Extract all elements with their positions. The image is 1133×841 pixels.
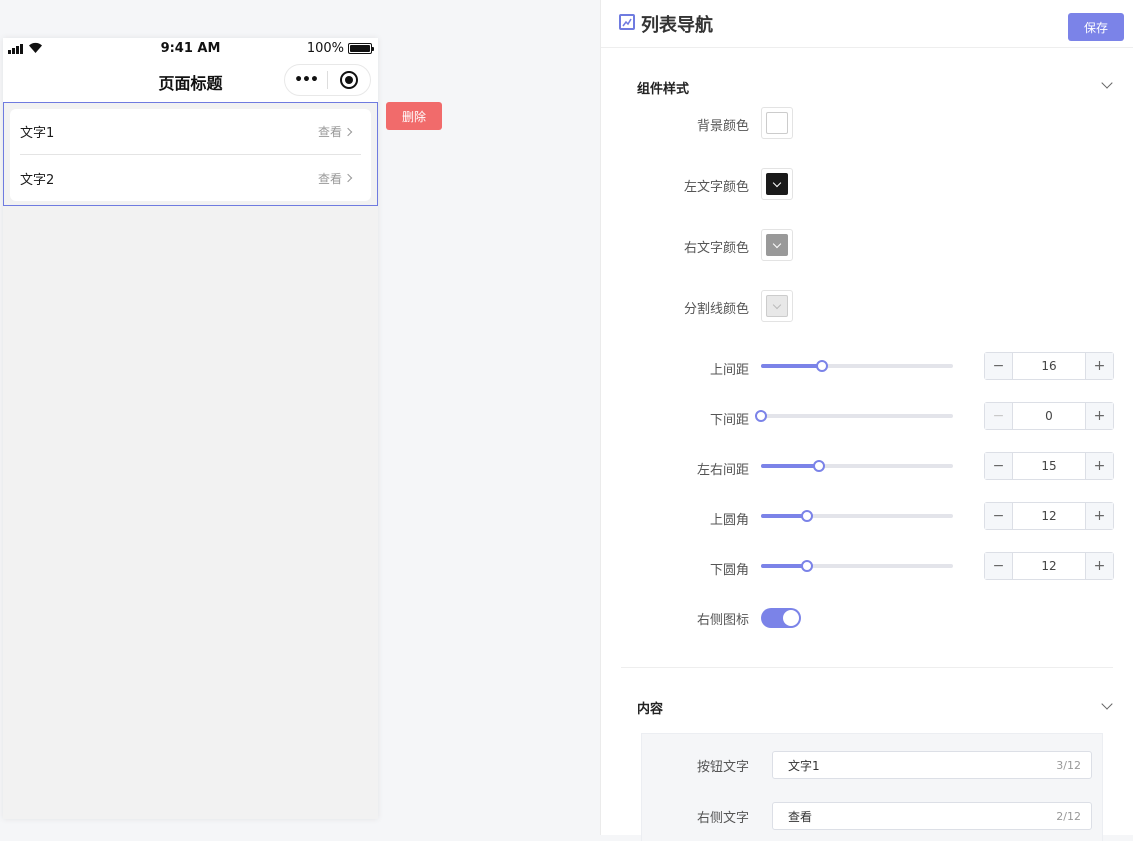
slider-handle[interactable] [816, 360, 829, 372]
chevron-down-icon[interactable] [1101, 698, 1113, 710]
selected-component-outline[interactable]: 文字1 查看 文字2 查看 [3, 102, 378, 206]
color-swatch [766, 112, 788, 134]
close-circle-icon[interactable] [328, 71, 370, 89]
button-text-label: 按钮文字 [696, 760, 749, 775]
color-swatch [766, 173, 788, 195]
bg-color-picker[interactable] [761, 107, 793, 139]
save-button[interactable]: 保存 [1068, 13, 1124, 41]
bottom-radius-label: 下圆角 [709, 563, 749, 578]
horizontal-margin-slider[interactable] [761, 460, 953, 472]
preview-canvas: 9:41 AM 100% 页面标题 ••• 文字1 查看 文字2 查看 删除 [0, 0, 600, 835]
color-swatch [766, 234, 788, 256]
top-margin-label: 上间距 [709, 363, 749, 378]
bottom-margin-slider[interactable] [755, 410, 953, 422]
divider-color-picker[interactable] [761, 290, 793, 322]
list-item-right: 查看 [318, 170, 361, 187]
top-margin-slider[interactable] [761, 360, 953, 372]
section-heading-style[interactable]: 组件样式 [637, 78, 689, 97]
right-text-color-picker[interactable] [761, 229, 793, 261]
color-swatch [766, 295, 788, 317]
decrease-button[interactable]: − [985, 453, 1013, 479]
right-text-label: 右侧文字 [696, 811, 749, 826]
top-radius-slider[interactable] [761, 510, 953, 522]
bottom-radius-slider[interactable] [761, 560, 953, 572]
mini-program-capsule: ••• [284, 64, 371, 96]
button-text-input[interactable]: 文字1 3/12 [772, 751, 1092, 779]
section-heading-content[interactable]: 内容 [637, 698, 663, 717]
chevron-down-icon[interactable] [1101, 77, 1113, 89]
char-count: 2/12 [1056, 809, 1081, 823]
delete-button[interactable]: 删除 [386, 102, 442, 130]
slider-handle[interactable] [801, 510, 814, 522]
panel-title: 列表导航 [641, 15, 713, 36]
chevron-down-icon [772, 239, 782, 248]
chevron-right-icon [343, 173, 353, 183]
left-text-color-picker[interactable] [761, 168, 793, 200]
increase-button[interactable]: + [1085, 553, 1113, 579]
increase-button[interactable]: + [1085, 503, 1113, 529]
battery-text: 100% [306, 41, 344, 56]
input-value: 查看 [788, 809, 813, 824]
bottom-margin-stepper[interactable]: − 0 + [984, 402, 1114, 430]
top-radius-stepper[interactable]: − 12 + [984, 502, 1114, 530]
list-item-right-text: 查看 [317, 171, 342, 186]
slider-handle[interactable] [812, 460, 825, 472]
input-value: 文字1 [788, 758, 820, 773]
chevron-down-icon [772, 178, 782, 187]
horizontal-margin-label: 左右间距 [696, 463, 749, 478]
decrease-button[interactable]: − [985, 553, 1013, 579]
right-text-input[interactable]: 查看 2/12 [772, 802, 1092, 830]
list-item-right-text: 查看 [317, 125, 342, 139]
top-radius-label: 上圆角 [709, 513, 749, 528]
stepper-value[interactable]: 16 [1013, 353, 1085, 379]
battery-icon [348, 43, 374, 54]
left-text-color-label: 左文字颜色 [683, 180, 749, 195]
chevron-right-icon [343, 127, 353, 136]
decrease-button[interactable]: − [985, 353, 1013, 379]
settings-panel: 列表导航 保存 组件样式 背景颜色 左文字颜色 右文字颜色 分割线颜色 上间距 … [600, 0, 1133, 841]
stepper-value[interactable]: 12 [1013, 553, 1085, 579]
increase-button[interactable]: + [1085, 403, 1113, 429]
stepper-value[interactable]: 15 [1013, 453, 1085, 479]
right-text-color-label: 右文字颜色 [683, 241, 749, 256]
right-icon-toggle[interactable] [761, 608, 801, 628]
section-divider [621, 667, 1113, 668]
list-item-left-text: 文字1 [20, 126, 55, 141]
stepper-value[interactable]: 0 [1013, 403, 1085, 429]
top-margin-stepper[interactable]: − 16 + [984, 352, 1114, 380]
chart-icon [619, 14, 635, 30]
decrease-button[interactable]: − [985, 503, 1013, 529]
horizontal-margin-stepper[interactable]: − 15 + [984, 452, 1114, 480]
char-count: 3/12 [1056, 758, 1081, 772]
decrease-button[interactable]: − [985, 403, 1013, 429]
slider-handle[interactable] [755, 410, 767, 422]
bottom-radius-stepper[interactable]: − 12 + [984, 552, 1114, 580]
increase-button[interactable]: + [1085, 453, 1113, 479]
divider-color-label: 分割线颜色 [683, 302, 749, 317]
chevron-down-icon [772, 300, 782, 309]
panel-header: 列表导航 保存 [601, 0, 1133, 48]
list-item[interactable]: 文字2 查看 [20, 155, 361, 201]
list-item-left-text: 文字2 [20, 172, 55, 188]
list-item[interactable]: 文字1 查看 [20, 109, 361, 155]
right-icon-label: 右侧图标 [696, 613, 749, 628]
list-item-right: 查看 [318, 123, 361, 140]
list-nav-card: 文字1 查看 文字2 查看 [10, 109, 371, 201]
stepper-value[interactable]: 12 [1013, 503, 1085, 529]
bottom-margin-label: 下间距 [709, 413, 749, 428]
status-bar: 9:41 AM 100% [3, 38, 378, 60]
bg-color-label: 背景颜色 [696, 119, 749, 134]
increase-button[interactable]: + [1085, 353, 1113, 379]
more-dots-icon[interactable]: ••• [285, 72, 327, 88]
nav-bar: 页面标题 ••• [3, 60, 378, 102]
slider-handle[interactable] [801, 560, 814, 572]
